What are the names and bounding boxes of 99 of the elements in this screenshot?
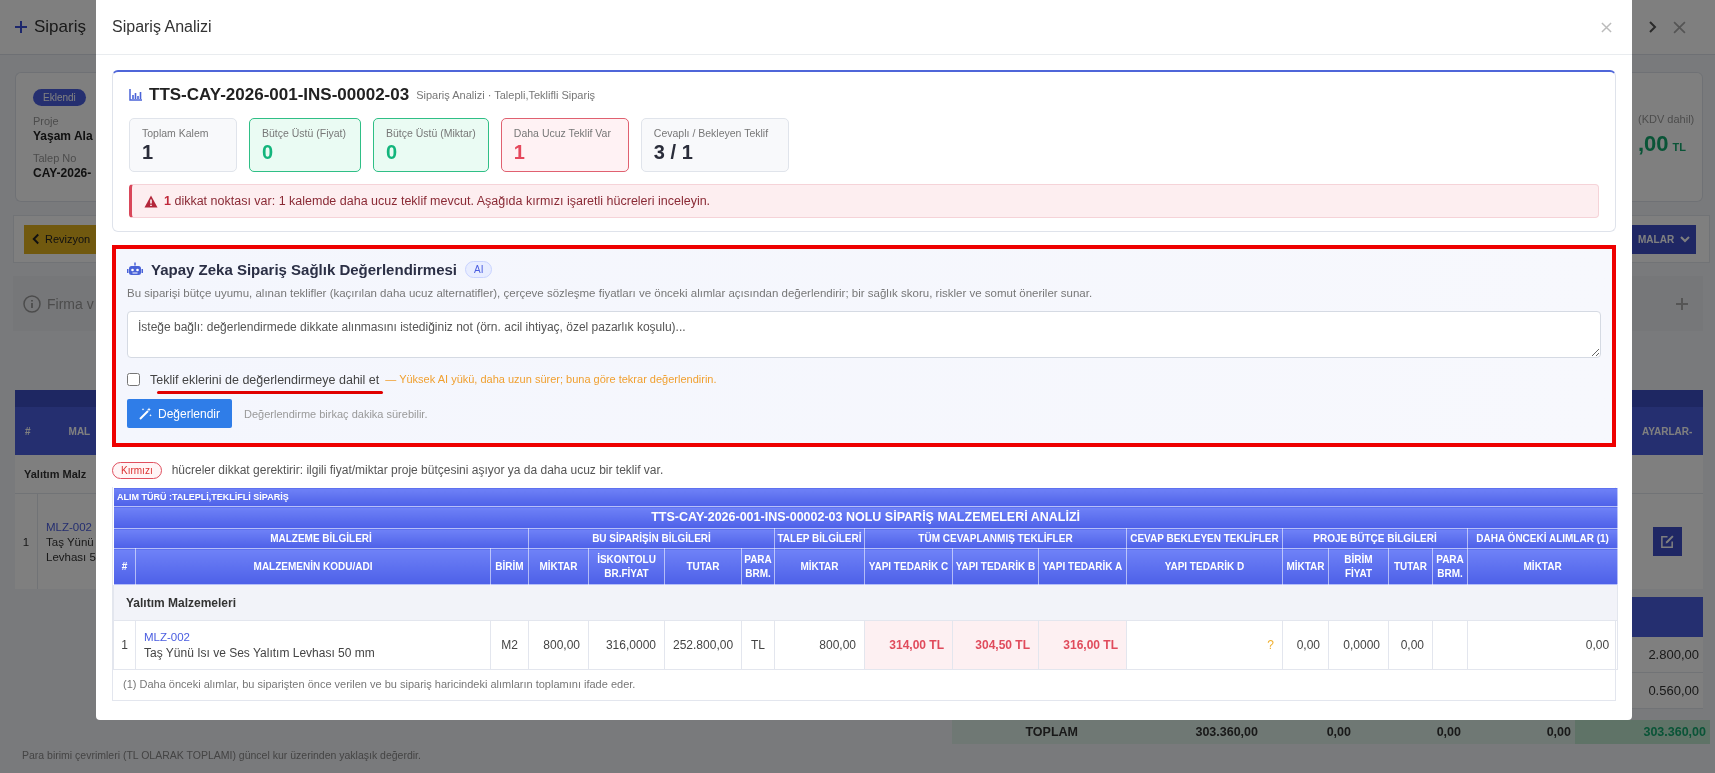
column-header: BİRİM FİYAT	[1328, 548, 1389, 585]
column-header: MİKTAR	[1282, 548, 1329, 585]
category-row: Yalıtım Malzemeleri	[113, 584, 1618, 621]
info-icon	[23, 294, 41, 313]
table-cell: 0,0000	[1328, 620, 1389, 670]
chart-icon	[129, 89, 142, 101]
material-name: Levhası 5	[46, 550, 96, 563]
table-cell: 316,0000	[588, 620, 665, 670]
table-cell: 316,00 TL	[1038, 620, 1127, 670]
column-header: YAPI TEDARİK D	[1126, 548, 1283, 585]
column-group-header: MALZEME BİLGİLERİ	[113, 528, 529, 549]
totals-label: TOPLAM	[1024, 725, 1079, 739]
grand-total: 303.360,00	[1575, 720, 1710, 744]
caret-down-icon	[1680, 235, 1691, 243]
table-cell: 0,00	[1388, 620, 1433, 670]
warning-icon	[144, 194, 158, 208]
modal-title: Sipariş Analizi	[112, 18, 212, 36]
category-label: Yalıtım Malz	[24, 468, 87, 480]
column-header: YAPI TEDARİK C	[864, 548, 953, 585]
table-cell: 800,00	[528, 620, 589, 670]
evaluate-button[interactable]: Değerlendir	[127, 399, 233, 428]
panel-title: Yapay Zeka Sipariş Sağlık Değerlendirmesi	[151, 260, 457, 278]
total-amount: 0,00	[1545, 725, 1572, 739]
material-code-link[interactable]: MLZ-002	[144, 630, 191, 643]
column-header: TUTAR	[1388, 548, 1433, 585]
ai-badge: AI	[465, 260, 493, 278]
column-header: AYARLAR-	[1642, 425, 1693, 437]
column-header: TUTAR	[664, 548, 742, 585]
amount-value: 2.800,00	[1648, 647, 1699, 662]
table-header-band	[1632, 390, 1703, 407]
status-badge: Eklendi	[33, 89, 86, 106]
column-header: YAPI TEDARİK B	[952, 548, 1039, 585]
material-name: Taş Yünü	[46, 535, 95, 548]
page-title: Sipariş	[34, 17, 86, 37]
column-header: #	[25, 425, 31, 437]
table-cell: 314,00 TL	[864, 620, 953, 670]
alert-message: 1 dikkat noktası var: 1 kalemde daha ucuz teklif mevcut. Aşağıda kırmızı işaretli hücreleri inceleyin.	[164, 194, 711, 208]
table-header-band	[1632, 597, 1703, 637]
table-cell: 0,00	[1467, 620, 1618, 670]
table-cell: TL	[741, 620, 775, 670]
stat-value: 0	[262, 142, 275, 162]
chevron-right-icon[interactable]	[1648, 21, 1657, 33]
material-code-link[interactable]: MLZ-002	[46, 520, 96, 533]
order-subtitle: Sipariş Analizi · Talepli,Teklifli Sipariş	[416, 89, 596, 101]
legend-text: hücreler dikkat gerektirir: ilgili fiyat/miktar proje bütçesini aşıyor ya da daha ucuz bir teklif var.	[171, 463, 664, 477]
order-number: TTS-CAY-2026-001-INS-00002-03	[149, 85, 410, 105]
column-header: MALZEMENİN KODU/ADI	[135, 548, 491, 585]
stat-label: Bütçe Üstü (Fiyat)	[262, 127, 348, 139]
material-name: Taş Yünü Isı ve Ses Yalıtım Levhası 50 mm	[144, 645, 376, 660]
total-amount: 0,00	[1325, 725, 1352, 739]
edit-icon	[1660, 534, 1675, 549]
warning-note: — Yüksek AI yükü, daha uzun sürer; buna göre tekrar değerlendirin.	[385, 373, 717, 385]
total-amount: 303.360,00	[1194, 725, 1259, 739]
checkbox-label[interactable]: Teklif eklerini de değerlendirmeye dahil et	[150, 373, 380, 387]
total-amount: 0,00	[1435, 725, 1462, 739]
table-cell: 0,00	[1282, 620, 1329, 670]
table-title: TTS-CAY-2026-001-INS-00002-03 NOLU SİPARİŞ MALZEMELERİ ANALİZİ	[113, 506, 1618, 529]
plus-icon	[14, 20, 28, 34]
note-input[interactable]: İsteğe bağlı: değerlendirmede dikkate alınmasını istediğiniz not (örn. acil ihtiyaç, özel pazarlık koşulu)...	[127, 311, 1601, 358]
row-number: 1	[21, 535, 31, 548]
stat-label: Bütçe Üstü (Miktar)	[386, 127, 476, 139]
table-cell: M2	[490, 620, 529, 670]
magic-wand-icon	[139, 407, 152, 420]
robot-icon	[127, 261, 143, 277]
column-header: YAPI TEDARİK A	[1038, 548, 1127, 585]
amount-value: 0.560,00	[1648, 683, 1699, 698]
column-header: MİKTAR	[1467, 548, 1618, 585]
column-header: #	[113, 548, 136, 585]
column-header: İSKONTOLU BR.FİYAT	[588, 548, 665, 585]
legend-tag: Kırmızı	[112, 461, 162, 479]
column-header: MİKTAR	[528, 548, 589, 585]
stat-label: Cevaplı / Bekleyen Teklif	[653, 127, 770, 139]
edit-button[interactable]	[1653, 527, 1682, 556]
actions-dropdown-button[interactable]: MALAR	[1632, 224, 1697, 254]
currency-label: TL	[1672, 141, 1687, 153]
table-cell: 800,00	[774, 620, 865, 670]
checkbox[interactable]	[127, 372, 140, 386]
panel-description: Bu siparişi bütçe uyumu, alınan teklifler (kaçırılan daha ucuz alternatifler), çerçeve sözleşme fiyatları ve önceki alımlar açısından değerlendirir; bir sağlık skoru, riskler ve somut öneriler sunar.	[127, 287, 1094, 299]
total-value: ,00	[1638, 131, 1669, 157]
stat-label: Toplam Kalem	[142, 127, 210, 139]
table-cell: 304,50 TL	[952, 620, 1039, 670]
stat-value: 3 / 1	[653, 142, 694, 162]
stat-value: 1	[142, 142, 155, 162]
chevron-left-icon	[32, 233, 40, 245]
purchase-type-label: ALIM TÜRÜ :TALEPLİ,TEKLİFLİ SİPARİŞ	[113, 487, 1618, 507]
duration-hint: Değerlendirme birkaç dakika sürebilir.	[244, 407, 428, 420]
revision-button[interactable]: Revizyon	[24, 224, 99, 254]
stat-value: 0	[386, 142, 399, 162]
table-footnote: (1) Daha önceki alımlar, bu siparişten önce verilen ve bu sipariş haricindeki alımların toplamını ifade eder.	[122, 677, 637, 692]
column-header: MİKTAR	[774, 548, 865, 585]
stat-value: 1	[513, 142, 526, 162]
stat-label: Daha Ucuz Teklif Var	[513, 127, 612, 139]
table-cell: ?	[1126, 620, 1283, 670]
table-cell: 252.800,00	[664, 620, 742, 670]
close-icon	[1601, 21, 1612, 33]
close-icon[interactable]	[1673, 20, 1686, 34]
field-value: CAY-2026-	[33, 166, 92, 180]
table-cell: 1	[113, 620, 136, 670]
column-header: MAL	[68, 425, 91, 437]
